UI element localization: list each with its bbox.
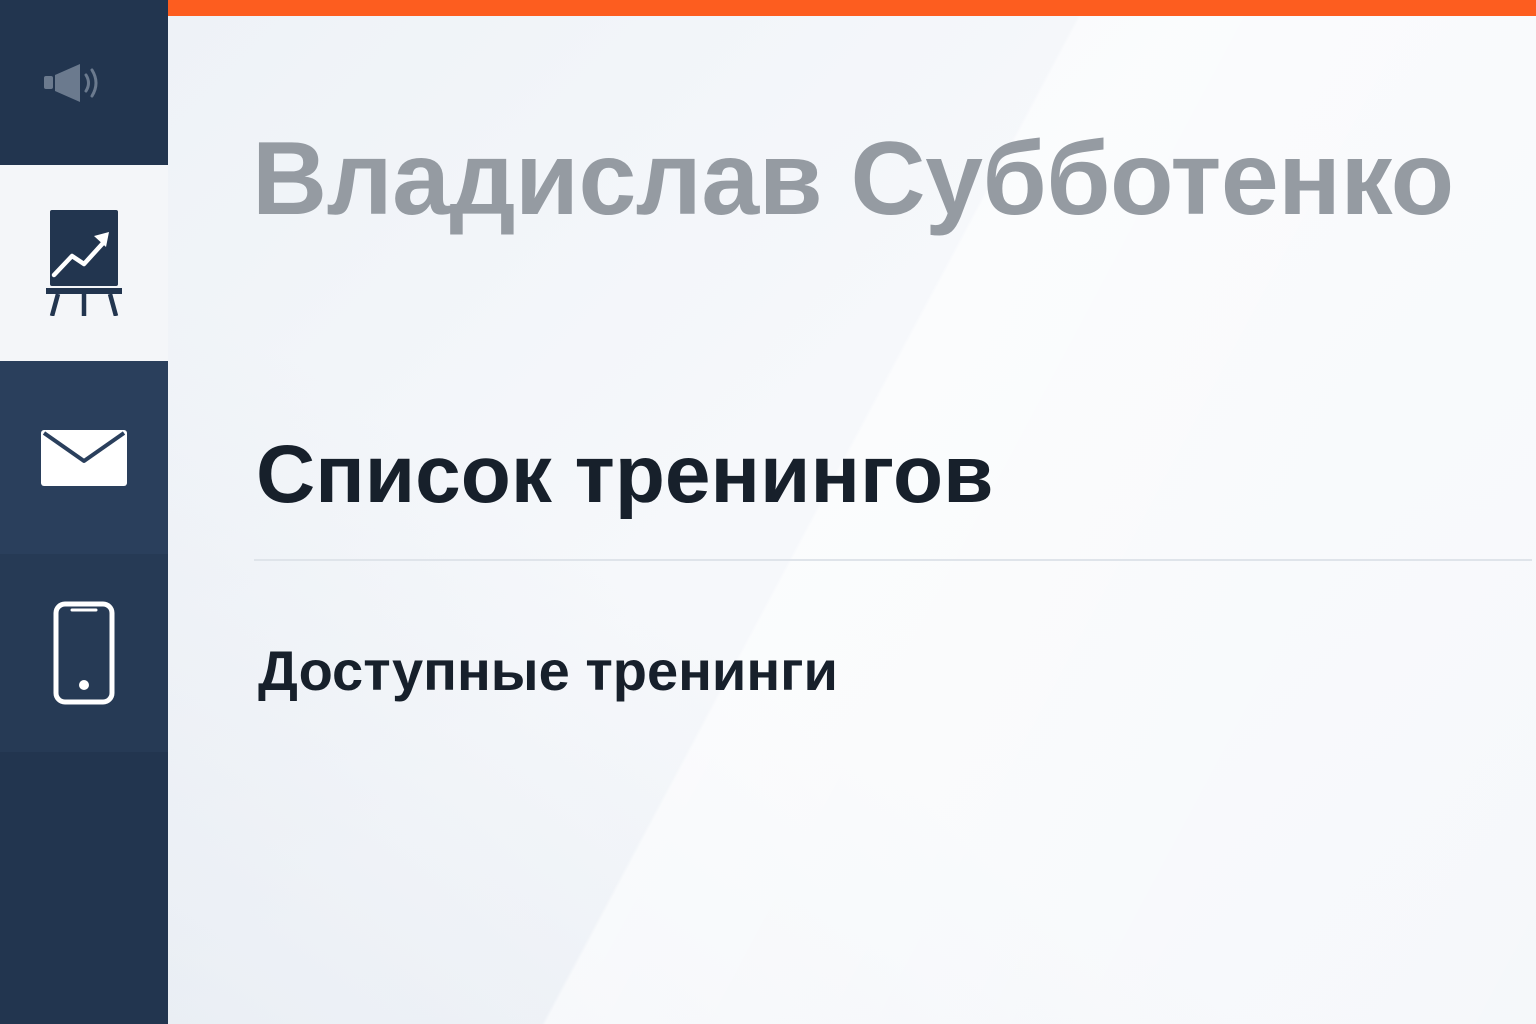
section-title: Доступные тренинги: [258, 639, 838, 702]
sidebar: [0, 0, 168, 1024]
sidebar-item-trainings[interactable]: [0, 165, 168, 361]
top-accent-bar: [168, 0, 1536, 16]
app-window: Владислав Субботенко Список тренингов До…: [0, 0, 1536, 1024]
page-title: Список тренингов: [256, 429, 994, 520]
sidebar-item-messages[interactable]: [0, 361, 168, 554]
user-name: Владислав Субботенко: [252, 121, 1454, 237]
smartphone-icon: [52, 601, 116, 705]
main-content: Владислав Субботенко Список тренингов До…: [168, 0, 1536, 1024]
envelope-icon: [40, 429, 128, 487]
sidebar-item-mobile[interactable]: [0, 554, 168, 752]
divider: [254, 559, 1532, 561]
sidebar-item-announcements[interactable]: [0, 0, 168, 165]
presentation-chart-icon: [46, 210, 122, 316]
megaphone-icon: [44, 61, 104, 105]
